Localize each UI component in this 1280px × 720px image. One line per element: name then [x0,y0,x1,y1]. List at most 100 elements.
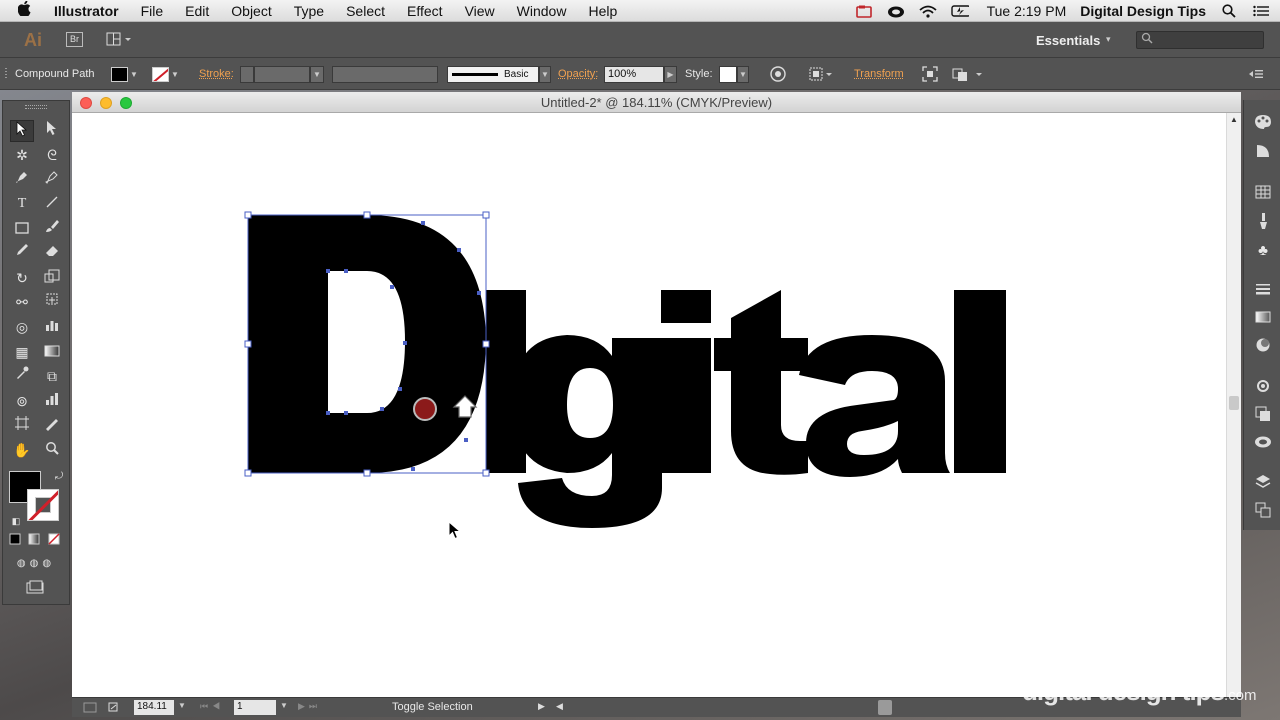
artboard-navigation-icon[interactable] [82,701,122,717]
first-previous-artboard-icon[interactable]: ⏮◀ [200,701,224,712]
eyedropper-tool-icon[interactable] [10,365,34,387]
creative-cloud-files-icon[interactable] [855,4,873,18]
chevron-down-icon[interactable]: ▼ [178,701,186,710]
chevron-down-icon[interactable]: ▼ [310,65,324,83]
spotlight-search-icon[interactable] [1220,4,1238,18]
magic-wand-tool-icon[interactable]: ✲ [10,144,34,166]
scroll-thumb[interactable] [1229,396,1239,410]
chevron-down-icon[interactable]: ▼ [130,70,138,79]
cc-libraries-panel-icon[interactable] [1252,434,1274,456]
menu-select[interactable]: Select [346,3,385,19]
fill-color-control[interactable]: ▼ [111,58,138,90]
app-name[interactable]: Illustrator [54,3,119,19]
artwork-text-igital[interactable] [486,290,1006,528]
workspace-switcher[interactable]: Essentials [1036,33,1100,48]
brush-definition-control[interactable]: Basic ▼ [447,58,551,90]
select-similar-icon[interactable] [952,58,986,90]
fill-swatch[interactable] [111,66,128,82]
lasso-tool-icon[interactable]: ᘓ [40,144,64,166]
wifi-icon[interactable] [919,4,937,18]
transform-panel-link[interactable]: Transform [854,58,904,90]
blend-tool-icon[interactable]: ⧉ [40,365,64,387]
pencil-tool-icon[interactable] [10,242,34,264]
zoom-tool-icon[interactable] [40,439,64,461]
panel-menu-icon[interactable] [1248,58,1264,90]
paintbrush-tool-icon[interactable] [40,218,64,240]
chevron-down-icon[interactable]: ▼ [737,65,749,83]
creative-cloud-icon[interactable] [887,4,905,18]
rectangle-tool-icon[interactable] [10,218,34,240]
stroke-weight-stepper[interactable] [240,65,254,83]
stroke-swatch[interactable] [152,66,169,82]
chevron-down-icon[interactable]: ▼ [280,701,288,710]
variable-width-select[interactable] [332,65,438,83]
stroke-panel-icon[interactable] [1252,280,1274,302]
tools-panel-grip[interactable] [25,105,47,109]
isolate-selection-icon[interactable] [922,58,938,90]
brushes-panel-icon[interactable] [1252,212,1274,234]
opacity-panel-link[interactable]: Opacity: [558,58,598,90]
opacity-control[interactable]: 100% ▶ [604,58,677,90]
menu-edit[interactable]: Edit [185,3,209,19]
width-tool-icon[interactable]: ⚯ [10,291,34,313]
chevron-down-icon[interactable]: ▼ [171,70,179,79]
swatches-panel-icon[interactable] [1252,184,1274,206]
rotate-tool-icon[interactable]: ↻ [10,267,34,289]
direct-selection-tool-icon[interactable] [40,120,64,142]
graph-tool-icon[interactable] [40,390,64,412]
selection-tool-icon[interactable] [10,120,34,142]
vertical-scrollbar[interactable]: ▲ [1226,113,1241,697]
arrange-documents-button[interactable] [106,32,134,47]
menu-object[interactable]: Object [231,3,271,19]
recolor-artwork-icon[interactable] [769,58,787,90]
apple-icon[interactable] [17,0,36,20]
free-transform-tool-icon[interactable] [40,291,64,313]
next-last-artboard-icon[interactable]: ▶⏭ [298,701,321,712]
bridge-button[interactable]: Br [66,32,83,47]
artboard-canvas[interactable] [72,113,1226,697]
menubar-clock[interactable]: Tue 2:19 PM [987,3,1067,19]
graphic-style-control[interactable]: ▼ [719,58,749,90]
battery-icon[interactable] [950,4,969,18]
color-panel-icon[interactable] [1252,114,1274,136]
artwork[interactable] [72,113,1226,697]
chevron-down-icon[interactable]: ▼ [539,65,551,83]
stroke-color-control[interactable]: ▼ [152,58,179,90]
close-window-button[interactable] [80,97,92,109]
hand-tool-icon[interactable]: ✋ [10,439,34,461]
scroll-left-icon[interactable]: ◀ [556,701,563,712]
menu-effect[interactable]: Effect [407,3,443,19]
stroke-panel-link[interactable]: Stroke: [199,58,234,90]
mesh-tool-icon[interactable]: ▦ [10,341,34,363]
minimize-window-button[interactable] [100,97,112,109]
control-bar-grip[interactable] [4,58,14,90]
compound-path-D[interactable] [248,215,486,473]
scroll-up-icon[interactable]: ▲ [1230,115,1238,124]
menu-help[interactable]: Help [588,3,617,19]
graphic-style-swatch[interactable] [719,65,737,83]
menu-window[interactable]: Window [517,3,567,19]
color-guide-icon[interactable] [1252,143,1274,165]
status-toggle-selection[interactable]: Toggle Selection [392,701,473,713]
layers-panel-icon[interactable] [1252,474,1274,496]
eraser-tool-icon[interactable] [40,242,64,264]
gradient-tool-icon[interactable] [40,341,64,363]
menu-view[interactable]: View [465,3,495,19]
artboards-panel-icon[interactable] [1252,502,1274,524]
notification-center-icon[interactable] [1252,4,1270,18]
stroke-weight-input[interactable] [254,65,310,83]
graphic-styles-panel-icon[interactable] [1252,406,1274,428]
menubar-user[interactable]: Digital Design Tips [1080,3,1206,19]
column-graph-tool-icon[interactable] [40,316,64,338]
shape-builder-tool-icon[interactable]: ◎ [10,316,34,338]
transparency-panel-icon[interactable] [1252,337,1274,359]
menu-file[interactable]: File [141,3,164,19]
zoom-level-input[interactable]: 184.11 [134,700,174,715]
symbol-sprayer-tool-icon[interactable]: ⊚ [10,390,34,412]
gradient-panel-icon[interactable] [1252,308,1274,330]
none-mode-icon[interactable] [45,529,63,551]
drawing-modes-icon[interactable]: ◍◍◍ [6,553,66,575]
stroke-weight-control[interactable]: ▼ [240,58,324,90]
artboard-number-input[interactable]: 1 [234,700,276,715]
pen-tool-icon[interactable] [10,169,34,191]
